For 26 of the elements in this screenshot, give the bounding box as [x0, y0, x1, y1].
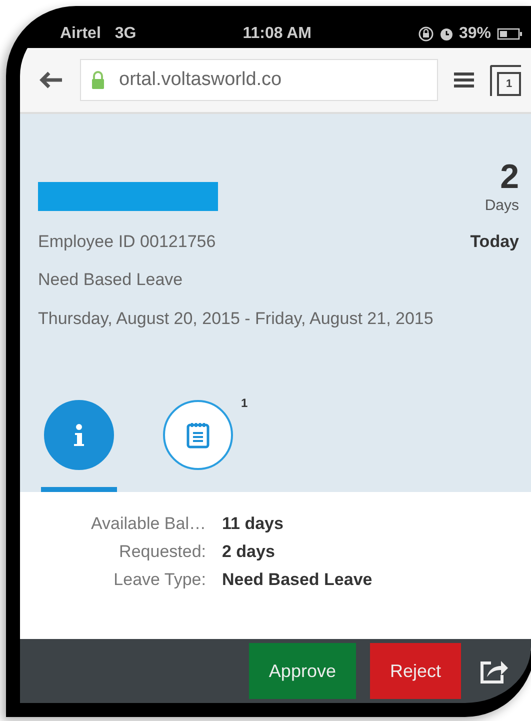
field-label: Available Bal…	[90, 514, 206, 534]
carrier-name: Airtel	[60, 25, 101, 43]
field-value: 2 days	[222, 542, 276, 562]
battery-percent: 39%	[458, 25, 491, 43]
approve-button[interactable]: Approve	[248, 643, 356, 699]
clock-icon	[440, 28, 453, 40]
field-value: Need Based Leave	[222, 570, 374, 590]
menu-icon[interactable]	[452, 70, 476, 90]
network-type: 3G	[114, 25, 136, 43]
day-count: 2	[500, 158, 519, 197]
notepad-icon	[186, 421, 210, 449]
clock-time: 11:08 AM	[242, 25, 312, 43]
employee-id: Employee ID 00121756	[38, 232, 216, 252]
leave-type: Need Based Leave	[38, 269, 184, 291]
field-label: Requested:	[118, 542, 206, 562]
info-icon	[72, 423, 86, 447]
field-label: Leave Type:	[112, 570, 206, 590]
days-label: Days	[484, 197, 519, 214]
note-count: 1	[241, 396, 248, 410]
reject-button[interactable]: Reject	[370, 643, 461, 699]
field-value: 11 days	[222, 514, 284, 534]
date-range: Thursday, August 20, 2015 - Friday, August 21, 2015	[38, 308, 434, 330]
battery-icon	[497, 28, 523, 40]
request-date: Today	[470, 232, 519, 252]
address-bar[interactable]: ortal.voltasworld.co	[80, 59, 438, 101]
rotation-lock-icon	[418, 26, 434, 42]
